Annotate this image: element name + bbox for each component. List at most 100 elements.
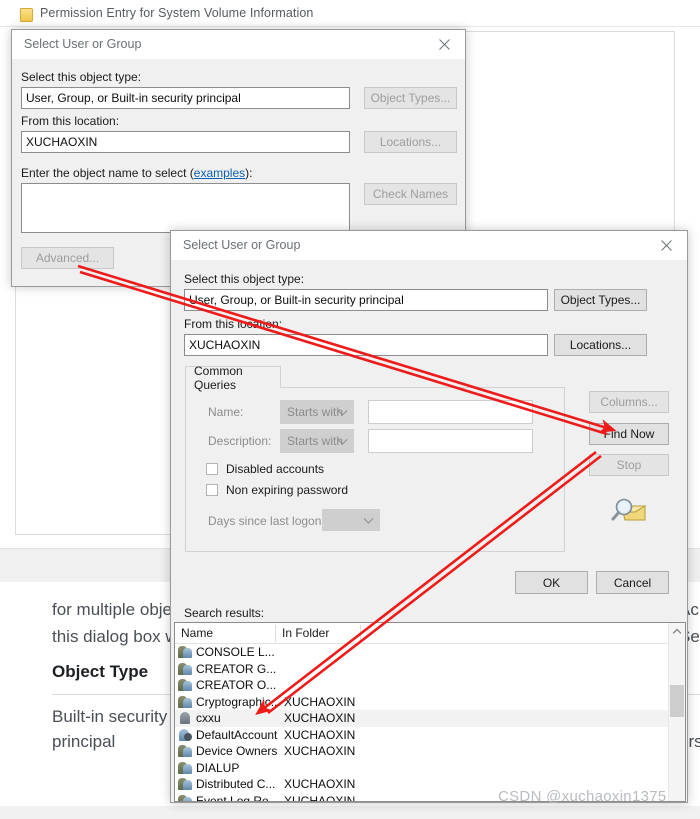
description-operator-select[interactable]: Starts with: [280, 429, 354, 453]
advanced-button[interactable]: Advanced...: [21, 247, 114, 269]
close-icon[interactable]: [645, 231, 687, 260]
list-item[interactable]: DIALUP: [175, 760, 685, 777]
ok-button[interactable]: OK: [515, 571, 588, 594]
dialog-back-title: Select User or Group: [24, 37, 142, 51]
list-item-name: cxxu: [196, 711, 221, 726]
doc-body-1: Built-in security: [52, 707, 168, 726]
list-item[interactable]: CREATOR G...: [175, 661, 685, 678]
object-type-field[interactable]: User, Group, or Built-in security princi…: [184, 289, 548, 311]
list-item-name: Distributed C...: [196, 777, 276, 792]
non-expiring-password-row[interactable]: Non expiring password: [206, 483, 348, 497]
dialog-front-title: Select User or Group: [183, 238, 301, 252]
common-queries-panel: Name: Starts with Description: Starts wi…: [185, 387, 565, 552]
from-location-field[interactable]: XUCHAOXIN: [184, 334, 548, 356]
tab-common-queries[interactable]: Common Queries: [185, 364, 281, 392]
description-input[interactable]: [368, 429, 533, 453]
object-types-button[interactable]: Object Types...: [364, 87, 457, 109]
object-name-label-prefix: Enter the object name to select (: [21, 166, 194, 180]
disabled-accounts-row[interactable]: Disabled accounts: [206, 462, 324, 476]
list-item-name: CONSOLE L...: [196, 645, 275, 660]
doc-heading: Object Type: [52, 662, 149, 681]
list-item[interactable]: CREATOR O...: [175, 677, 685, 694]
list-item-name: DefaultAccount: [196, 727, 278, 742]
checkbox-disabled-accounts[interactable]: [206, 463, 218, 475]
list-item-folder: XUCHAOXIN: [284, 744, 356, 759]
dialog-back-titlebar: Select User or Group: [12, 30, 465, 60]
list-item-name: Device Owners: [196, 744, 278, 759]
column-divider[interactable]: [275, 625, 276, 642]
app-title: Permission Entry for System Volume Infor…: [40, 6, 314, 20]
list-header: Name In Folder: [175, 623, 685, 644]
list-item-folder: XUCHAOXIN: [284, 777, 356, 792]
days-since-logon-label: Days since last logon:: [208, 514, 325, 528]
locations-button[interactable]: Locations...: [554, 334, 647, 356]
column-header-name[interactable]: Name: [181, 626, 213, 640]
user-icon: [178, 711, 193, 725]
from-location-label: From this location:: [184, 317, 283, 331]
find-now-button[interactable]: Find Now: [589, 423, 669, 445]
group-icon: [178, 761, 193, 775]
group-icon: [178, 695, 193, 709]
group-icon: [178, 678, 193, 692]
disabled-accounts-label: Disabled accounts: [226, 462, 325, 476]
object-type-label: Select this object type:: [184, 272, 305, 286]
name-label: Name:: [208, 405, 244, 419]
check-names-button[interactable]: Check Names: [364, 183, 457, 205]
non-expiring-password-label: Non expiring password: [226, 483, 349, 497]
watermark: CSDN @xuchaoxin1375: [498, 788, 667, 805]
close-icon[interactable]: [423, 30, 465, 59]
object-name-label: Enter the object name to select (example…: [21, 166, 252, 180]
name-operator-select[interactable]: Starts with: [280, 400, 354, 424]
list-item[interactable]: DefaultAccount XUCHAOXIN: [175, 727, 685, 744]
list-item[interactable]: Device Owners XUCHAOXIN: [175, 743, 685, 760]
description-operator-value: Starts with: [287, 434, 344, 448]
search-results-rows: CONSOLE L... CREATOR G... CREATOR O... Cryp…: [175, 644, 685, 801]
list-item-folder: XUCHAOXIN: [284, 793, 356, 802]
group-icon: [178, 645, 193, 659]
dialog-front-titlebar: Select User or Group: [171, 231, 687, 261]
stop-button[interactable]: Stop: [589, 454, 669, 476]
select-user-or-group-dialog-front: Select User or Group Select this object …: [170, 230, 688, 803]
list-item[interactable]: CONSOLE L...: [175, 644, 685, 661]
magnifier-icon: [611, 496, 647, 526]
list-item-folder: XUCHAOXIN: [284, 711, 356, 726]
name-input[interactable]: [368, 400, 533, 424]
days-since-logon-select[interactable]: [322, 509, 380, 531]
list-item-folder: XUCHAOXIN: [284, 727, 356, 742]
from-location-field[interactable]: XUCHAOXIN: [21, 131, 350, 153]
user-download-icon: [178, 728, 193, 742]
group-icon: [178, 662, 193, 676]
object-types-button[interactable]: Object Types...: [554, 289, 647, 311]
locations-button[interactable]: Locations...: [364, 131, 457, 153]
search-results-label: Search results:: [184, 606, 265, 620]
name-operator-value: Starts with: [287, 405, 344, 419]
list-item-folder: XUCHAOXIN: [284, 694, 356, 709]
list-item-name: Cryptographic...: [196, 694, 281, 709]
columns-button[interactable]: Columns...: [589, 391, 669, 413]
column-header-in-folder[interactable]: In Folder: [282, 626, 329, 640]
app-titlebar: Permission Entry for System Volume Infor…: [0, 0, 700, 26]
from-location-label: From this location:: [21, 114, 120, 128]
column-divider[interactable]: [360, 625, 361, 642]
object-type-field[interactable]: User, Group, or Built-in security princi…: [21, 87, 350, 109]
scroll-up-icon[interactable]: [669, 623, 685, 640]
list-item-name: Event Log Re...: [196, 793, 279, 802]
object-name-input[interactable]: [21, 183, 350, 233]
description-label: Description:: [208, 434, 272, 448]
listbox-scrollbar[interactable]: [668, 623, 685, 801]
cancel-button[interactable]: Cancel: [596, 571, 669, 594]
folder-icon: [20, 7, 33, 22]
group-icon: [178, 777, 193, 791]
doc-line-2: this dialog box wh: [52, 627, 188, 646]
checkbox-non-expiring-password[interactable]: [206, 484, 218, 496]
list-item[interactable]: cxxu XUCHAOXIN: [175, 710, 685, 727]
group-icon: [178, 794, 193, 801]
chevron-down-icon: [363, 513, 374, 524]
scrollbar-thumb[interactable]: [670, 685, 684, 717]
doc-body-2: principal: [52, 732, 116, 751]
examples-link[interactable]: examples: [194, 166, 245, 180]
object-name-label-suffix: ):: [245, 166, 253, 180]
search-results-listbox[interactable]: Name In Folder CONSOLE L... CREATOR G... C…: [174, 622, 686, 802]
list-item[interactable]: Cryptographic... XUCHAOXIN: [175, 694, 685, 711]
object-type-label: Select this object type:: [21, 70, 142, 84]
